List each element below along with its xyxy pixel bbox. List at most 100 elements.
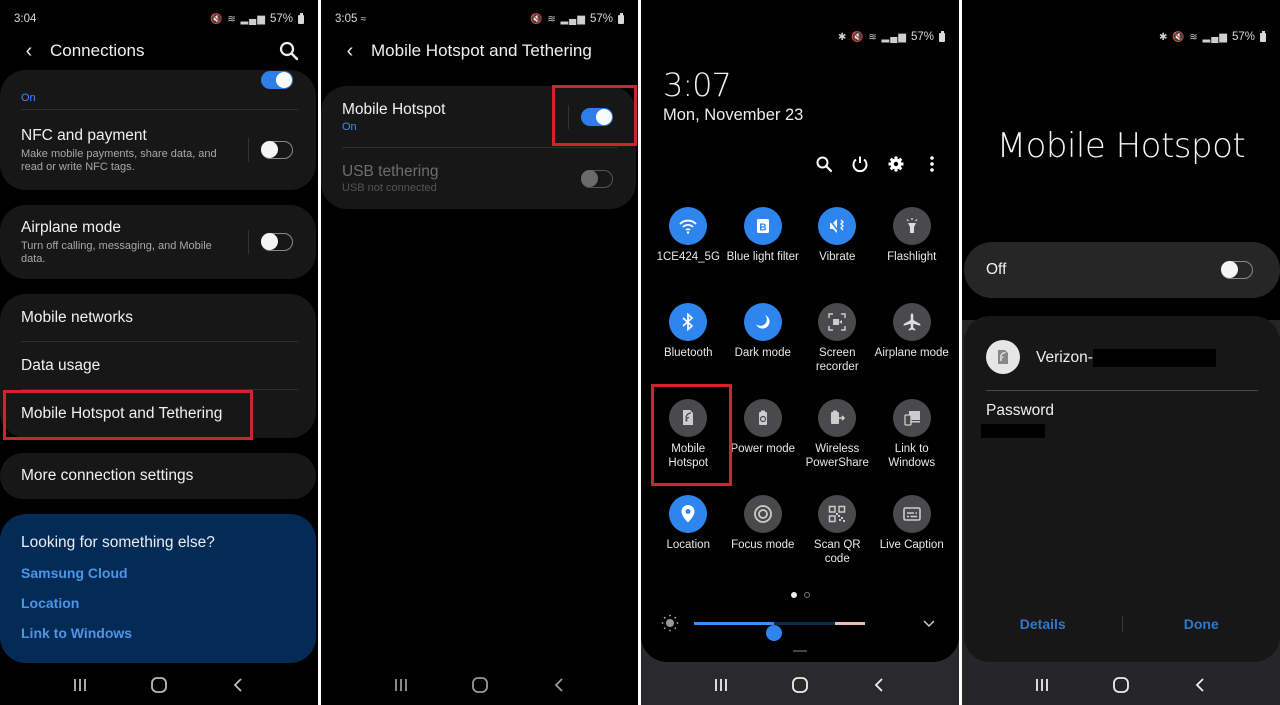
hotspot-tethering-screen: 3:05 ≈ 🔇 ≋ ▂▄▆ 57% ‹ Mobile Hotspot and …	[321, 0, 638, 705]
back-icon[interactable]	[544, 670, 574, 700]
back-icon[interactable]	[223, 670, 253, 700]
battery-percent: 57%	[910, 31, 934, 43]
quick-tile-moon[interactable]: Dark mode	[726, 303, 801, 385]
row-title: Airplane mode	[21, 218, 121, 236]
status-bar: ✱ 🔇 ≋ ▂▄▆ 57%	[655, 28, 945, 46]
tile-label: Focus mode	[731, 539, 795, 551]
network-info-card: Verizon- Password Details Done	[964, 316, 1280, 662]
back-icon[interactable]	[864, 670, 894, 700]
wifi-icon	[669, 207, 708, 245]
hotspot-switch-bar[interactable]: Off	[964, 242, 1280, 298]
quick-tiles-grid: 1CE424_5G B Blue light filter Vibrate Flashl…	[651, 207, 949, 577]
nav-bar	[641, 665, 959, 705]
tile-label: Scan QR code	[813, 539, 861, 565]
row-status-on: On	[21, 92, 36, 104]
status-icons: ✱ 🔇 ≋ ▂▄▆	[837, 31, 907, 43]
drag-handle[interactable]	[793, 650, 807, 652]
tile-label: Screen recorder	[815, 347, 859, 373]
hotspot-master-toggle[interactable]	[1221, 261, 1253, 279]
row-data-usage[interactable]: Data usage	[0, 342, 316, 390]
brightness-thumb[interactable]	[766, 625, 783, 641]
home-icon[interactable]	[1106, 670, 1136, 700]
settings-gear-icon[interactable]	[885, 152, 907, 176]
row-airplane-mode[interactable]: Airplane mode Turn off calling, messagin…	[0, 205, 316, 279]
page-title: Connections	[50, 41, 145, 60]
more-vert-icon[interactable]	[921, 152, 943, 176]
page-dot[interactable]	[803, 592, 810, 598]
quick-tile-screen-recorder[interactable]: Screen recorder	[800, 303, 875, 385]
row-partial[interactable]: On	[0, 70, 316, 110]
back-icon[interactable]	[1185, 670, 1215, 700]
battery-icon	[618, 12, 624, 24]
mobile-hotspot-toggle[interactable]	[581, 108, 613, 126]
quick-tile-vibrate[interactable]: Vibrate	[800, 207, 875, 289]
row-more-connection-settings[interactable]: More connection settings	[0, 453, 316, 499]
back-chevron-icon[interactable]: ‹	[14, 40, 44, 63]
hotspot-card: Mobile Hotspot On USB tethering USB not …	[321, 86, 636, 209]
row-mobile-networks[interactable]: Mobile networks	[0, 294, 316, 342]
quick-tile-power-mode[interactable]: Power mode	[726, 399, 801, 481]
quick-tile-blue-light[interactable]: B Blue light filter	[726, 207, 801, 289]
back-chevron-icon[interactable]: ‹	[335, 40, 365, 63]
dialog-buttons: Details Done	[964, 616, 1280, 632]
clock-date: Mon, November 23	[663, 106, 804, 124]
status-time: 3:05	[335, 13, 358, 25]
quick-tile-airplane[interactable]: Airplane mode	[875, 303, 950, 385]
quick-tile-powershare[interactable]: Wireless PowerShare	[800, 399, 875, 481]
tile-label: Power mode	[730, 443, 796, 455]
expand-chevron-icon[interactable]	[921, 615, 937, 631]
quick-tile-wifi[interactable]: 1CE424_5G	[651, 207, 726, 289]
done-button[interactable]: Done	[1123, 616, 1280, 632]
partial-toggle[interactable]	[261, 71, 293, 89]
quick-tile-focus[interactable]: Focus mode	[726, 495, 801, 577]
quick-tile-qr[interactable]: Scan QR code	[800, 495, 875, 577]
status-icons: 🔇 ≋ ▂▄▆	[210, 13, 266, 25]
status-bar: 3:04 🔇 ≋ ▂▄▆ 57%	[14, 10, 304, 28]
quick-tile-caption[interactable]: Live Caption	[875, 495, 950, 577]
quick-tile-hotspot[interactable]: Mobile Hotspot	[651, 399, 726, 481]
status-bar: ✱ 🔇 ≋ ▂▄▆ 57%	[976, 28, 1266, 46]
tile-label: Blue light filter	[726, 251, 799, 263]
tile-label: Dark mode	[734, 347, 791, 359]
nav-bar	[321, 665, 638, 705]
link-samsung-cloud[interactable]: Samsung Cloud	[21, 565, 295, 581]
home-icon[interactable]	[465, 670, 495, 700]
hotspot-icon	[986, 340, 1020, 374]
row-mobile-hotspot-tethering[interactable]: Mobile Hotspot and Tethering	[0, 390, 316, 438]
battery-percent: 57%	[1231, 31, 1255, 43]
search-icon[interactable]	[813, 152, 835, 176]
tile-label: Location	[666, 539, 710, 551]
nfc-toggle[interactable]	[261, 141, 293, 159]
row-status-on: On	[342, 121, 357, 133]
home-icon[interactable]	[144, 670, 174, 700]
quick-tile-link-windows[interactable]: Link to Windows	[875, 399, 950, 481]
airplane-toggle[interactable]	[261, 233, 293, 251]
switch-label: Off	[986, 261, 1007, 278]
battery-percent: 57%	[269, 13, 293, 25]
link-link-to-windows[interactable]: Link to Windows	[21, 625, 295, 641]
row-nfc-payment[interactable]: NFC and payment Make mobile payments, sh…	[0, 110, 316, 190]
quick-tile-bluetooth[interactable]: Bluetooth	[651, 303, 726, 385]
recents-icon[interactable]	[1027, 670, 1057, 700]
network-name: Verizon-	[1036, 349, 1216, 367]
hotspot-icon	[669, 399, 708, 437]
recents-icon[interactable]	[386, 670, 416, 700]
recents-icon[interactable]	[706, 670, 736, 700]
home-icon[interactable]	[785, 670, 815, 700]
details-button[interactable]: Details	[964, 616, 1122, 632]
focus-icon	[743, 495, 782, 533]
hotspot-status-icon: ≈	[360, 14, 367, 25]
recents-icon[interactable]	[65, 670, 95, 700]
link-location[interactable]: Location	[21, 595, 295, 611]
row-mobile-hotspot[interactable]: Mobile Hotspot On	[321, 86, 636, 148]
power-icon[interactable]	[849, 152, 871, 176]
tile-label: Bluetooth	[663, 347, 713, 359]
battery-percent: 57%	[589, 13, 613, 25]
quick-tile-location[interactable]: Location	[651, 495, 726, 577]
quick-tile-flashlight[interactable]: Flashlight	[875, 207, 950, 289]
page-dot-active[interactable]	[790, 592, 797, 598]
search-icon[interactable]	[278, 40, 300, 62]
quick-panel-actions	[813, 152, 943, 176]
brightness-warm-zone	[835, 622, 865, 625]
brightness-slider[interactable]	[694, 622, 865, 641]
